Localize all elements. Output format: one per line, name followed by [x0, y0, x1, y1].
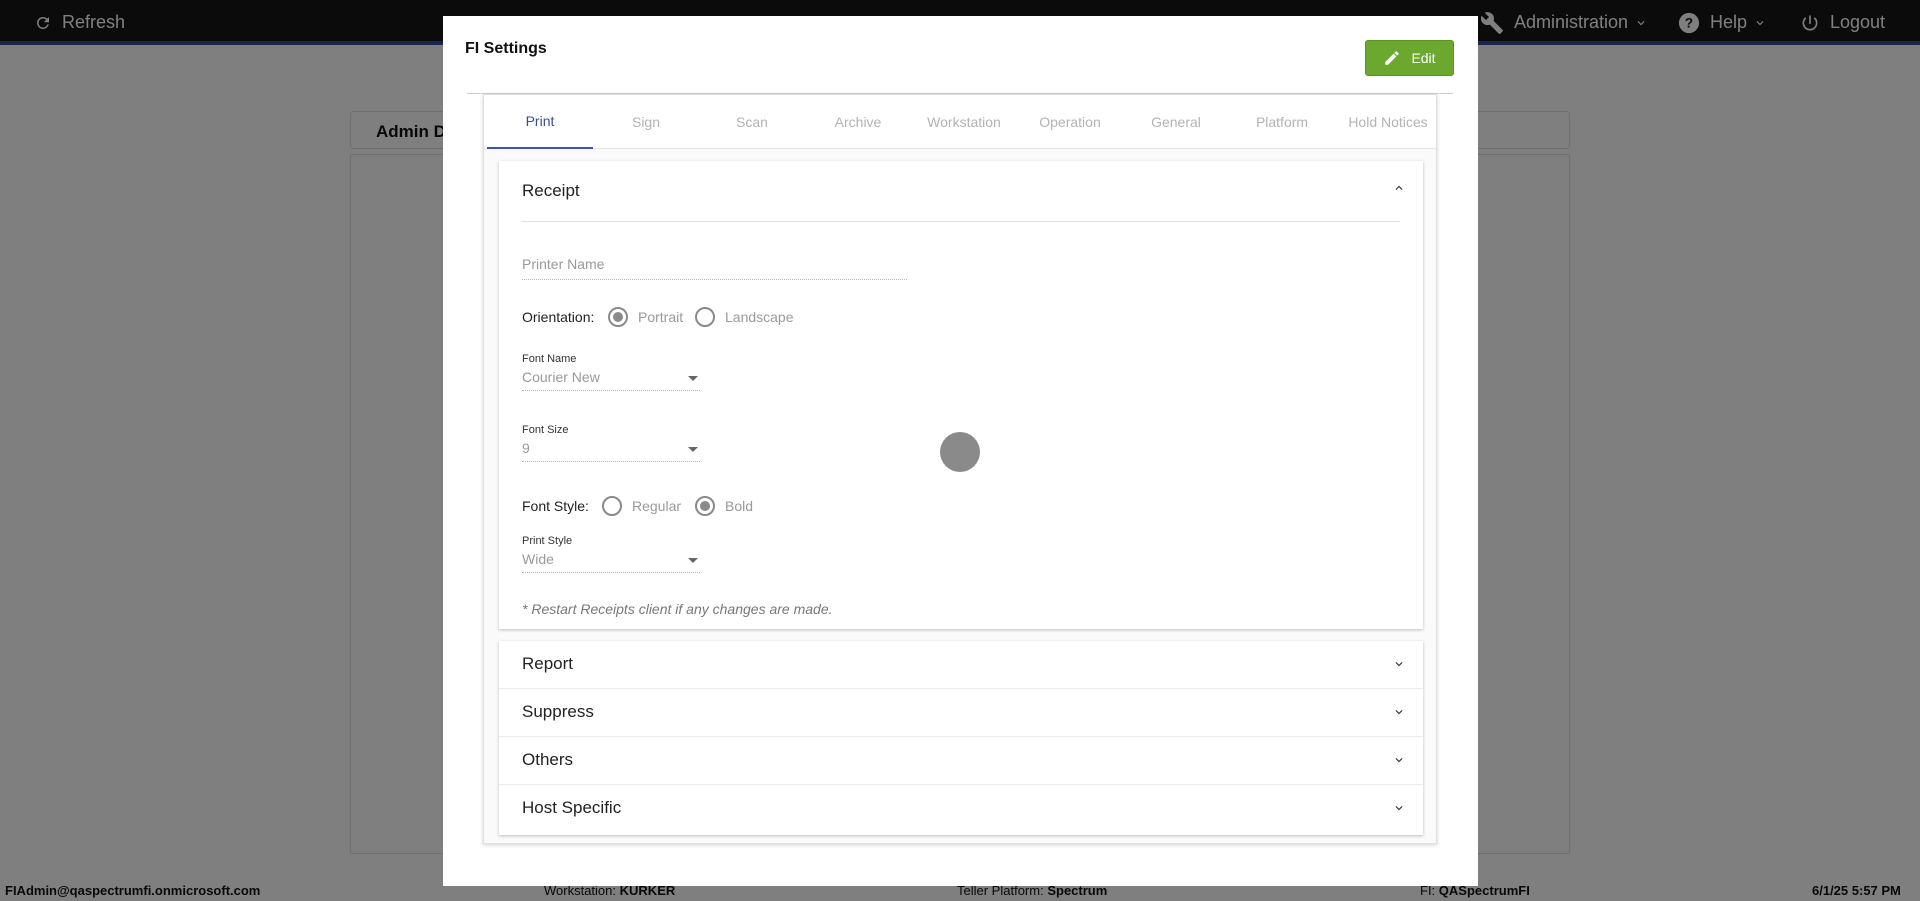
- host-specific-section[interactable]: Host Specific: [499, 785, 1423, 833]
- suppress-section[interactable]: Suppress: [499, 689, 1423, 737]
- font-name-select[interactable]: Font Name Courier New: [522, 353, 700, 391]
- restart-note: * Restart Receipts client if any changes…: [522, 601, 833, 617]
- tab-print[interactable]: Print: [487, 95, 593, 149]
- chevron-down-icon: [1395, 662, 1403, 667]
- font-style-regular-radio[interactable]: Regular: [602, 496, 681, 516]
- pencil-icon: [1385, 51, 1400, 65]
- others-section[interactable]: Others: [499, 737, 1423, 785]
- edit-button[interactable]: Edit: [1365, 40, 1454, 76]
- loading-indicator: [940, 432, 980, 472]
- font-size-field[interactable]: 9: [522, 440, 700, 462]
- tab-platform[interactable]: Platform: [1229, 95, 1335, 149]
- report-section[interactable]: Report: [499, 641, 1423, 689]
- font-style-bold-radio[interactable]: Bold: [695, 496, 753, 516]
- font-name-value: Courier New: [522, 369, 600, 385]
- orientation-label: Orientation:: [522, 309, 595, 325]
- font-name-field[interactable]: Courier New: [522, 369, 700, 391]
- bold-label: Bold: [725, 498, 754, 514]
- print-style-field[interactable]: Wide: [522, 551, 700, 573]
- font-name-caption: Font Name: [522, 353, 577, 365]
- tab-workstation[interactable]: Workstation: [911, 95, 1017, 149]
- collapsed-sections: Report Suppress Others Host Specific: [499, 641, 1423, 835]
- tab-hold-notices[interactable]: Hold Notices: [1335, 95, 1441, 149]
- chevron-up-icon[interactable]: [1392, 181, 1406, 195]
- dialog-header: [467, 40, 1453, 94]
- chevron-down-icon: [1395, 806, 1403, 811]
- radio-checked-icon: [608, 307, 628, 327]
- dialog-title: FI Settings: [465, 40, 547, 57]
- dropdown-arrow-icon: [688, 558, 698, 563]
- print-style-value: Wide: [522, 551, 554, 567]
- settings-tabs: Print Sign Scan Archive Workstation Oper…: [484, 95, 1436, 149]
- printer-name-input[interactable]: Printer Name: [522, 256, 907, 280]
- landscape-label: Landscape: [725, 309, 794, 325]
- font-size-select[interactable]: Font Size 9: [522, 424, 700, 462]
- tab-archive[interactable]: Archive: [805, 95, 911, 149]
- receipt-panel: Receipt Printer Name Orientation: Portra…: [499, 161, 1423, 629]
- portrait-label: Portrait: [638, 309, 684, 325]
- dropdown-arrow-icon: [688, 447, 698, 452]
- radio-checked-icon: [695, 496, 715, 516]
- receipt-divider: [522, 221, 1400, 222]
- receipt-panel-title[interactable]: Receipt: [522, 181, 580, 201]
- edit-label: Edit: [1411, 50, 1436, 66]
- suppress-section-title: Suppress: [522, 702, 594, 721]
- tab-sign[interactable]: Sign: [593, 95, 699, 149]
- host-specific-section-title: Host Specific: [522, 798, 622, 817]
- radio-unchecked-icon: [695, 307, 715, 327]
- tab-operation[interactable]: Operation: [1017, 95, 1123, 149]
- tab-general[interactable]: General: [1123, 95, 1229, 149]
- regular-label: Regular: [632, 498, 682, 514]
- dropdown-arrow-icon: [688, 376, 698, 381]
- report-section-title: Report: [522, 654, 574, 673]
- others-section-title: Others: [522, 750, 574, 769]
- print-style-select[interactable]: Print Style Wide: [522, 535, 700, 573]
- radio-unchecked-icon: [602, 496, 622, 516]
- chevron-down-icon: [1395, 758, 1403, 763]
- orientation-landscape-radio[interactable]: Landscape: [695, 307, 794, 327]
- font-size-value: 9: [522, 440, 530, 456]
- print-style-caption: Print Style: [522, 535, 573, 547]
- font-style-label: Font Style:: [522, 498, 589, 514]
- orientation-portrait-radio[interactable]: Portrait: [608, 307, 683, 327]
- chevron-down-icon: [1395, 710, 1403, 715]
- tab-scan[interactable]: Scan: [699, 95, 805, 149]
- font-size-caption: Font Size: [522, 424, 569, 436]
